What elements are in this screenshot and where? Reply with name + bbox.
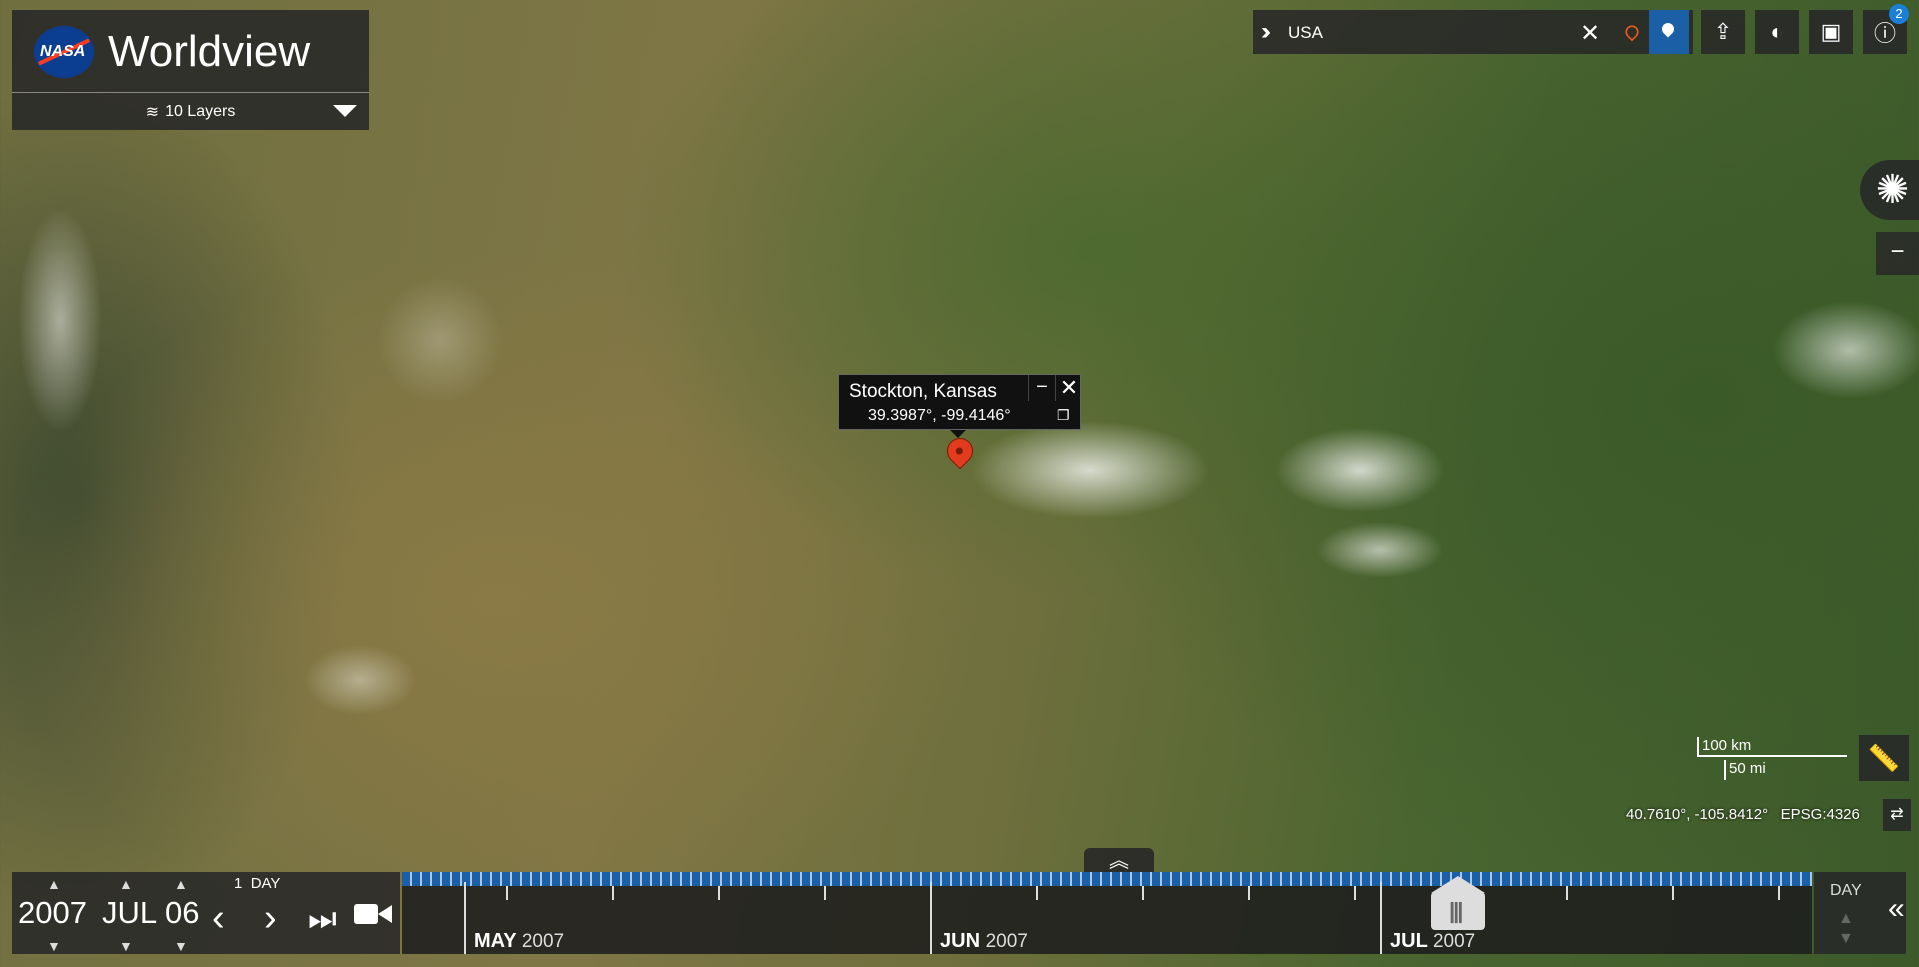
- cursor-latlon: 40.7610°, -105.8412°: [1626, 806, 1769, 823]
- nasa-logo: NASA: [34, 26, 94, 78]
- timeline[interactable]: MAY 2007 JUN 2007 JUL 2007: [402, 872, 1812, 954]
- timescale-label[interactable]: DAY: [1830, 882, 1862, 900]
- info-button[interactable]: ⓘ 2: [1863, 4, 1909, 54]
- interval-selector[interactable]: 1 DAY: [234, 875, 280, 892]
- search-pin-icon[interactable]: [1622, 22, 1642, 42]
- measure-button[interactable]: 📏: [1859, 735, 1909, 781]
- video-camera-icon[interactable]: [354, 904, 392, 924]
- camera-icon: ▣: [1820, 19, 1842, 44]
- timescale-down-arrow[interactable]: ▼: [1838, 930, 1854, 948]
- day-up-arrow[interactable]: ▲: [174, 876, 188, 892]
- date-selector: ▲ ▲ ▲ 2007 JUL 06 ▼ ▼ ▼ 1 DAY ‹ › ⏭: [12, 872, 400, 954]
- orbit-icon: ✺: [1875, 168, 1910, 212]
- location-search[interactable]: ›› USA ✕: [1253, 10, 1693, 54]
- double-chevron-right-icon[interactable]: ››: [1261, 18, 1271, 46]
- year-down-arrow[interactable]: ▼: [47, 938, 61, 954]
- interval-unit: DAY: [250, 875, 281, 892]
- marker-coords: 39.3987°, -99.4146°: [868, 407, 1011, 424]
- month-name: JUN: [940, 930, 981, 952]
- month-year: 2007: [521, 931, 565, 952]
- month-name: JUL: [1390, 930, 1428, 952]
- zoom-out-button[interactable]: −: [1876, 232, 1919, 275]
- copy-icon[interactable]: ❐: [1057, 407, 1070, 424]
- grip-icon: |||: [1449, 898, 1464, 923]
- 3d-globe-button[interactable]: ✺: [1860, 160, 1919, 220]
- interval-count: 1: [234, 875, 243, 892]
- layers-icon: ≋: [145, 103, 160, 121]
- minimize-icon[interactable]: −: [1028, 375, 1055, 401]
- notification-badge: 2: [1889, 4, 1909, 24]
- coord-format-swap-icon[interactable]: ⇄: [1883, 799, 1911, 831]
- month-year: 2007: [985, 931, 1028, 952]
- timeline-scrubber[interactable]: |||: [1431, 876, 1485, 930]
- year-up-arrow[interactable]: ▲: [47, 876, 61, 892]
- previous-day-button[interactable]: ‹: [212, 897, 225, 940]
- marker-popup: Stockton, Kansas 39.3987°, -99.4146° − ✕…: [838, 374, 1081, 430]
- month-label-jun: JUN 2007: [940, 930, 1028, 953]
- app-title: Worldview: [108, 27, 311, 76]
- collapse-timeline-icon[interactable]: «: [1888, 892, 1905, 926]
- cursor-coords: 40.7610°, -105.8412° EPSG:4326: [1626, 806, 1860, 823]
- clear-search-icon[interactable]: ✕: [1580, 19, 1600, 48]
- layers-count: 10 Layers: [165, 102, 236, 120]
- timeline-data-availability-band: [402, 872, 1812, 886]
- close-icon[interactable]: ✕: [1055, 375, 1082, 401]
- search-input[interactable]: USA: [1288, 23, 1323, 43]
- location-search-toggle[interactable]: [1649, 10, 1689, 54]
- caret-down-icon[interactable]: [333, 105, 357, 117]
- month-label-may: MAY 2007: [474, 930, 564, 953]
- month-year: 2007: [1432, 931, 1476, 952]
- layers-toggle[interactable]: ≋ 10 Layers: [12, 93, 369, 130]
- month-divider: [464, 882, 466, 954]
- timeline-ticks: [402, 886, 1812, 900]
- share-button[interactable]: ⇪: [1701, 10, 1745, 54]
- month-label-jul: JUL 2007: [1390, 930, 1475, 953]
- snapshot-button[interactable]: ▣: [1809, 10, 1853, 54]
- timescale-zoom: DAY ▲ ▼ «: [1814, 872, 1906, 954]
- month-down-arrow[interactable]: ▼: [119, 938, 133, 954]
- day-field[interactable]: 06: [165, 895, 199, 931]
- scale-bar-km: 100 km: [1697, 737, 1847, 757]
- ruler-icon: 📏: [1867, 743, 1901, 773]
- latest-date-button[interactable]: ⏭: [308, 900, 337, 938]
- month-divider: [1380, 882, 1382, 954]
- app-header: NASA Worldview: [12, 10, 369, 93]
- month-field[interactable]: JUL: [102, 895, 157, 931]
- next-day-button[interactable]: ›: [264, 897, 277, 940]
- scale-bar-mi: 50 mi: [1724, 760, 1847, 780]
- month-divider: [930, 882, 932, 954]
- year-field[interactable]: 2007: [18, 895, 87, 931]
- nasa-logo-text: NASA: [40, 43, 86, 60]
- timeline-collapse-toggle[interactable]: ︽: [1084, 848, 1154, 872]
- day-down-arrow[interactable]: ▼: [174, 938, 188, 954]
- projection-button[interactable]: ◐: [1755, 10, 1799, 54]
- location-marker-icon[interactable]: [941, 432, 979, 470]
- share-icon: ⇪: [1713, 19, 1733, 44]
- timescale-up-arrow[interactable]: ▲: [1838, 910, 1854, 928]
- month-name: MAY: [474, 930, 517, 952]
- scrubber-tip: [1431, 876, 1485, 893]
- projection-code: EPSG:4326: [1780, 806, 1860, 823]
- globe-icon: ◐: [1770, 19, 1784, 44]
- marker-title: Stockton, Kansas: [849, 381, 997, 402]
- month-up-arrow[interactable]: ▲: [119, 876, 133, 892]
